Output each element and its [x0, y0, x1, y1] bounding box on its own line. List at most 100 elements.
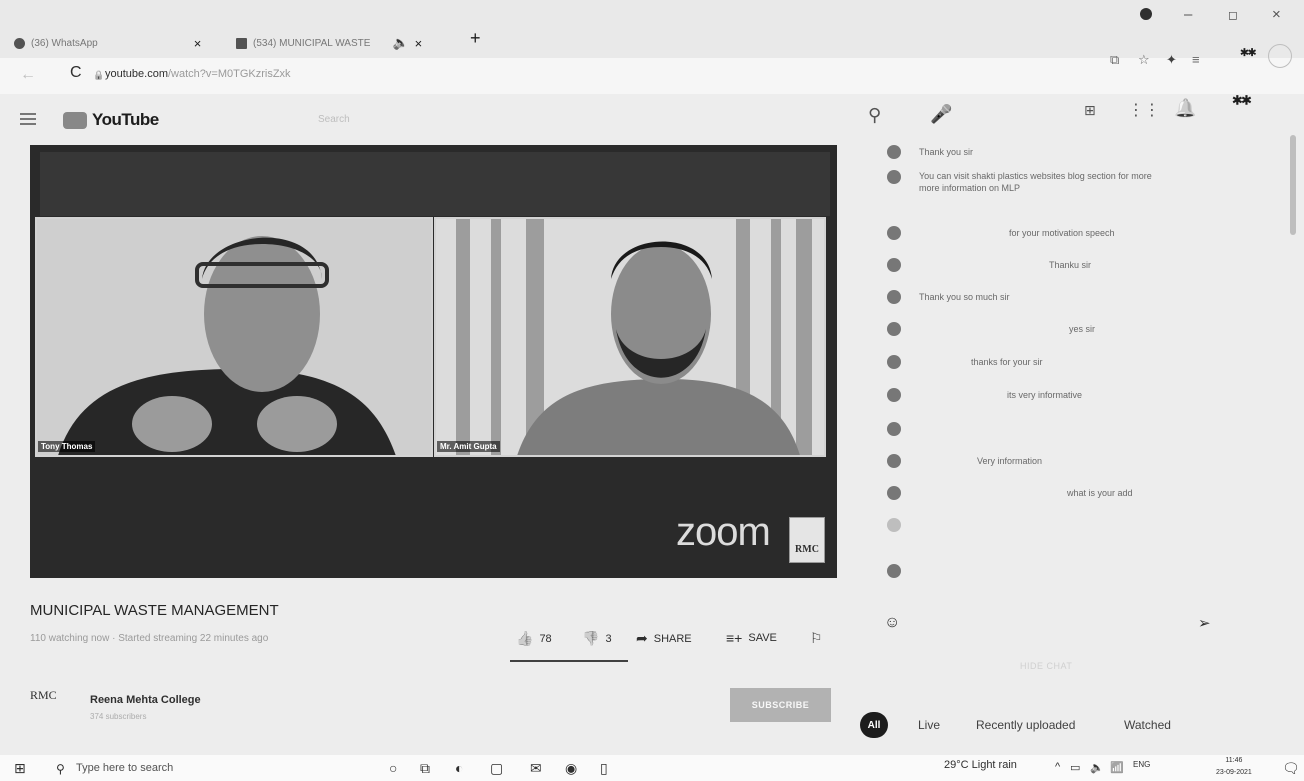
- clock-date: 23-09-2021: [1216, 769, 1252, 776]
- chip-live[interactable]: Live: [918, 712, 940, 738]
- tab-whatsapp[interactable]: (36) WhatsApp ×: [14, 32, 201, 54]
- chrome-icon[interactable]: ◉: [565, 760, 577, 777]
- chat-message-text: its very informative: [1007, 390, 1083, 400]
- search-input[interactable]: Search: [318, 114, 350, 125]
- wifi-icon[interactable]: 📶: [1110, 761, 1124, 774]
- player-top-band: [40, 152, 830, 216]
- tray-chevron-icon[interactable]: ^: [1055, 761, 1060, 773]
- close-window-button[interactable]: ×: [1272, 6, 1281, 23]
- url-domain: youtube.com: [105, 68, 168, 80]
- maximize-button[interactable]: ◻: [1228, 8, 1238, 22]
- flag-icon: ⚐: [810, 630, 823, 646]
- cortana-icon[interactable]: ○: [389, 760, 397, 776]
- chat-message: what is your add: [887, 482, 1207, 504]
- extensions-icon[interactable]: ✦: [1166, 52, 1177, 68]
- language-indicator[interactable]: ENG: [1133, 760, 1150, 769]
- audio-icon[interactable]: 🔈: [392, 35, 408, 51]
- save-button[interactable]: ≡+ SAVE: [726, 630, 777, 646]
- chat-message: Thanku sir: [887, 254, 1207, 276]
- url-field[interactable]: youtube.com/watch?v=M0TGKzrisZxk: [105, 68, 291, 80]
- chat-message-text: what is your add: [1067, 488, 1133, 498]
- chat-message-text: You can visit shakti plastics websites b…: [919, 171, 1152, 193]
- close-tab-icon[interactable]: ×: [415, 36, 423, 51]
- store-icon[interactable]: ▢: [490, 760, 503, 777]
- rmc-badge-logo: RMC: [789, 517, 825, 563]
- new-tab-button[interactable]: +: [470, 28, 481, 49]
- participant-tile-2: [434, 217, 826, 457]
- user-avatar-icon[interactable]: ᕯ: [1240, 46, 1257, 69]
- my-avatar-icon: [887, 564, 901, 578]
- profile-dot-icon[interactable]: [1140, 8, 1152, 20]
- edge-browser-icon[interactable]: ◐: [455, 760, 463, 776]
- video-title: MUNICIPAL WASTE MANAGEMENT: [30, 602, 279, 619]
- participant-name: Mr. Amit Gupta: [437, 441, 500, 452]
- chat-avatar: [887, 388, 901, 402]
- chat-message-text: Very information: [977, 456, 1043, 466]
- share-icon: ➦: [636, 630, 648, 646]
- notifications-icon[interactable]: 🗨: [1282, 760, 1300, 777]
- clock[interactable]: 11:46 23-09-2021: [1216, 755, 1252, 779]
- windows-taskbar: [0, 755, 1304, 781]
- task-view-icon[interactable]: ⧉: [420, 760, 430, 777]
- video-meta: 110 watching now · Started streaming 22 …: [30, 633, 269, 644]
- share-label: SHARE: [653, 632, 692, 645]
- volume-icon[interactable]: 🔈: [1090, 761, 1104, 774]
- taskbar-search-input[interactable]: Type here to search: [76, 762, 173, 774]
- weather-widget[interactable]: 29°C Light rain: [944, 759, 1017, 771]
- hide-chat-button[interactable]: HIDE CHAT: [1020, 661, 1072, 671]
- url-path: /watch?v=M0TGKzrisZxk: [167, 68, 291, 80]
- chat-message-text: Thanku sir: [1049, 260, 1092, 270]
- share-button[interactable]: ➦ SHARE: [636, 630, 692, 647]
- like-button[interactable]: 👍 78: [516, 630, 552, 647]
- chip-watched[interactable]: Watched: [1124, 712, 1171, 738]
- youtube-logo-text[interactable]: YouTube: [92, 110, 159, 130]
- chat-message: thanks for your sir: [887, 351, 1207, 373]
- tab-label: (36) WhatsApp: [31, 37, 98, 49]
- mail-icon[interactable]: ✉: [530, 760, 542, 777]
- chat-avatar: [887, 170, 901, 184]
- report-button[interactable]: ⚐: [810, 630, 829, 647]
- clock-time: 11:46: [1225, 757, 1243, 764]
- chat-avatar: [887, 355, 901, 369]
- channel-name[interactable]: Reena Mehta College: [90, 694, 201, 706]
- chat-message-text: Thank you sir: [919, 147, 974, 157]
- chat-avatar: [887, 486, 901, 500]
- chat-message-text: for your motivation speech: [1009, 228, 1115, 238]
- chat-avatar: [887, 226, 901, 240]
- youtube-favicon-icon: [236, 37, 247, 49]
- network-icon[interactable]: ▭: [1070, 761, 1080, 774]
- page-scrollbar[interactable]: [1290, 135, 1296, 235]
- menu-icon[interactable]: [20, 113, 36, 125]
- youtube-logo-icon[interactable]: [63, 112, 87, 129]
- chip-recently-uploaded[interactable]: Recently uploaded: [976, 712, 1075, 738]
- chat-message: Thank you so much sir: [887, 286, 1207, 308]
- chat-avatar: [887, 322, 901, 336]
- chip-all[interactable]: All: [860, 712, 888, 738]
- emoji-icon[interactable]: ☺: [884, 614, 900, 632]
- minimize-button[interactable]: –: [1184, 6, 1192, 23]
- reload-icon[interactable]: C: [70, 64, 82, 82]
- close-tab-icon[interactable]: ×: [194, 36, 202, 51]
- star-icon[interactable]: ☆: [1138, 52, 1150, 68]
- file-explorer-icon[interactable]: ▯: [600, 760, 608, 777]
- windows-start-icon[interactable]: ⊞: [14, 760, 26, 777]
- back-icon[interactable]: ←: [20, 66, 36, 84]
- channel-logo[interactable]: RMC: [30, 688, 57, 702]
- reading-list-icon[interactable]: ≡: [1192, 52, 1200, 67]
- chat-avatar: [887, 145, 901, 159]
- browser-menu-icon[interactable]: [1268, 44, 1292, 68]
- chat-message-text: thanks for your sir: [971, 357, 1043, 367]
- cast-icon[interactable]: ⧉: [1110, 52, 1119, 68]
- subscriber-count: 374 subscribers: [90, 712, 147, 721]
- thumbs-down-icon: 👎: [582, 630, 600, 646]
- tab-youtube-video[interactable]: (534) MUNICIPAL WASTE 🔈 ×: [236, 32, 422, 54]
- subscribe-button[interactable]: SUBSCRIBE: [730, 688, 831, 722]
- chat-message: Thank you sir: [887, 141, 1207, 163]
- chat-avatar: [887, 422, 901, 436]
- send-icon[interactable]: ➢: [1198, 614, 1211, 632]
- participant-1-video: [37, 219, 431, 455]
- dislike-button[interactable]: 👎 3: [582, 630, 612, 647]
- chat-avatar: [887, 258, 901, 272]
- chat-message: for your motivation speech: [887, 222, 1207, 244]
- whatsapp-icon: [14, 37, 25, 49]
